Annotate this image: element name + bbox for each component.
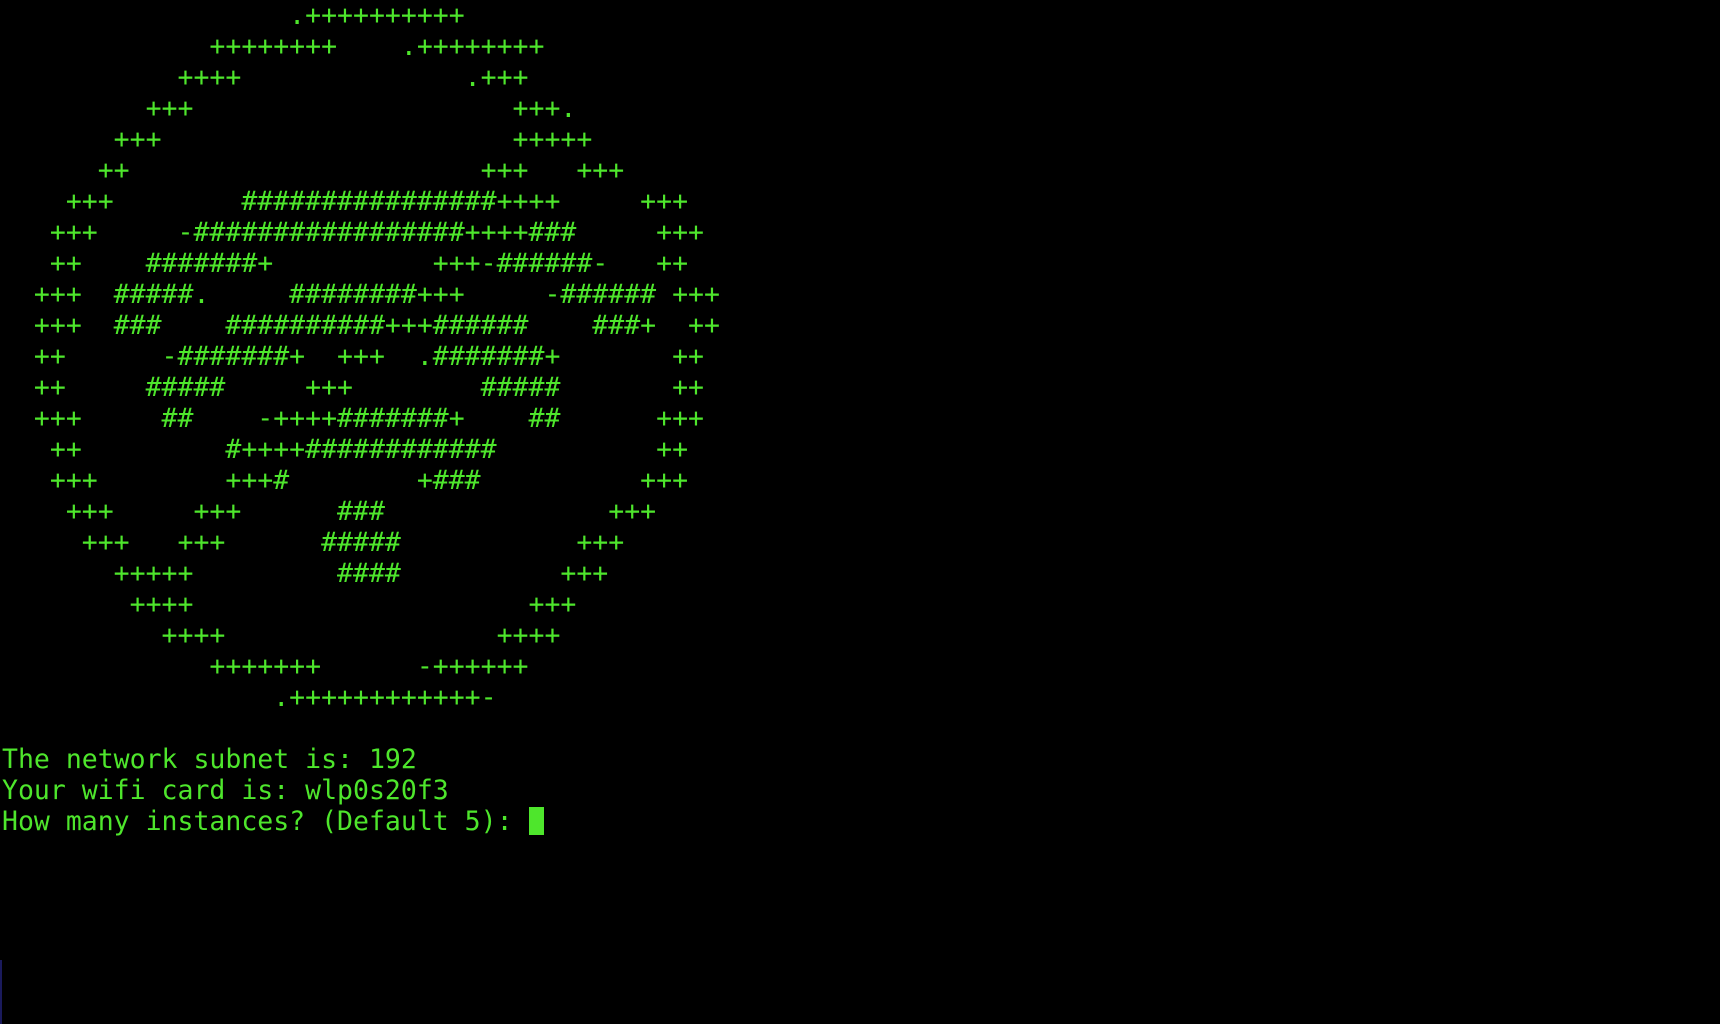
ascii-art-line: +++ -#################++++### +++ xyxy=(2,217,704,248)
ascii-art-line: ++ +++ +++ xyxy=(2,155,625,186)
ascii-art-line: +++++ #### +++ xyxy=(2,558,609,589)
ascii-art-line: +++ ################++++ +++ xyxy=(2,186,689,217)
ascii-art-line: ++ -#######+ +++ .#######+ ++ xyxy=(2,341,704,372)
ascii-art-line: +++ +++ ### +++ xyxy=(2,496,657,527)
ascii-art-line: ++ #######+ +++-######- ++ xyxy=(2,248,689,279)
ascii-art-line: ++++ .+++ xyxy=(2,62,529,93)
ascii-art-line: +++ +++# +### +++ xyxy=(2,465,689,496)
ascii-art-line: ++++ +++ xyxy=(2,589,577,620)
instances-prompt-line[interactable]: How many instances? (Default 5): xyxy=(2,806,1720,837)
ascii-art-line: +++ +++ ##### +++ xyxy=(2,527,625,558)
subnet-output-line: The network subnet is: 192 xyxy=(2,744,417,775)
ascii-art-line: +++ +++++ xyxy=(2,124,593,155)
ascii-art-line: +++++++ -++++++ xyxy=(2,651,529,682)
ascii-art-line: ++++ ++++ xyxy=(2,620,561,651)
instances-prompt-text: How many instances? (Default 5): xyxy=(2,806,529,837)
ascii-art-line: .++++++++++ xyxy=(2,0,465,31)
ascii-art-line: +++ #####. ########+++ -###### +++ xyxy=(2,279,720,310)
ascii-art-line: ++ #++++############ ++ xyxy=(2,434,689,465)
ascii-art-line: +++ ### ##########+++###### ###+ ++ xyxy=(2,310,720,341)
ascii-art-line: +++ ## -++++#######+ ## +++ xyxy=(2,403,704,434)
ascii-art-logo: .++++++++++ ++++++++ .++++++++ ++++ .+++… xyxy=(2,0,1720,713)
terminal-window[interactable]: .++++++++++ ++++++++ .++++++++ ++++ .+++… xyxy=(0,0,1720,1024)
wifi-card-output-line: Your wifi card is: wlp0s20f3 xyxy=(2,775,449,806)
ascii-art-line: ++++++++ .++++++++ xyxy=(2,31,545,62)
window-edge-indicator xyxy=(0,960,2,1024)
terminal-cursor[interactable] xyxy=(528,807,544,835)
ascii-art-line: +++ +++. xyxy=(2,93,577,124)
ascii-art-line: ++ ##### +++ ##### ++ xyxy=(2,372,704,403)
ascii-art-line: .++++++++++++- xyxy=(2,682,497,713)
